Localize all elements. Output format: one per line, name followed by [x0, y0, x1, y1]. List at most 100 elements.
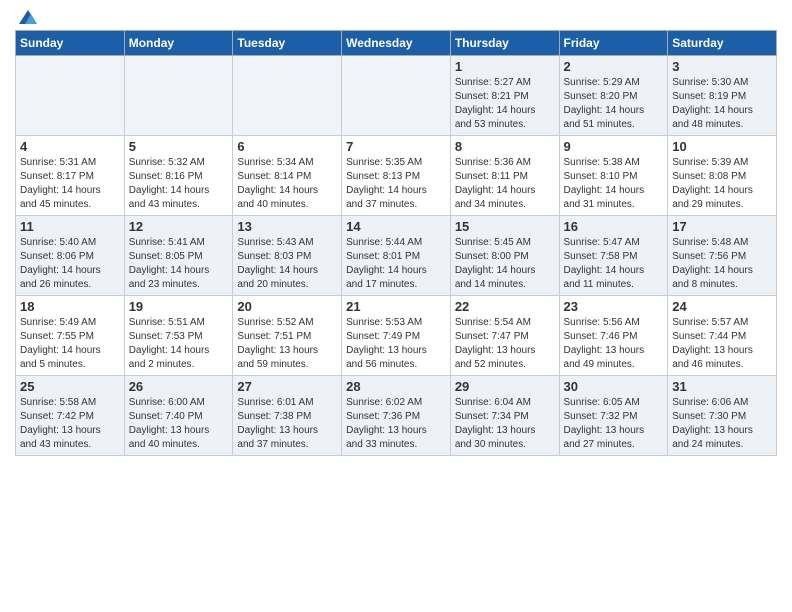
day-number: 28 [346, 379, 446, 394]
day-number: 17 [672, 219, 772, 234]
day-info: Sunrise: 6:05 AM Sunset: 7:32 PM Dayligh… [564, 396, 664, 452]
day-info: Sunrise: 5:48 AM Sunset: 7:56 PM Dayligh… [672, 236, 772, 292]
day-info: Sunrise: 5:51 AM Sunset: 7:53 PM Dayligh… [129, 316, 229, 372]
day-info: Sunrise: 5:30 AM Sunset: 8:19 PM Dayligh… [672, 76, 772, 132]
day-info: Sunrise: 5:52 AM Sunset: 7:51 PM Dayligh… [237, 316, 337, 372]
calendar-cell: 3 Sunrise: 5:30 AM Sunset: 8:19 PM Daylig… [668, 56, 777, 136]
day-number: 15 [455, 219, 555, 234]
calendar-cell: 14 Sunrise: 5:44 AM Sunset: 8:01 PM Dayli… [342, 216, 451, 296]
day-info: Sunrise: 5:39 AM Sunset: 8:08 PM Dayligh… [672, 156, 772, 212]
calendar-cell: 30 Sunrise: 6:05 AM Sunset: 7:32 PM Dayli… [559, 376, 668, 456]
calendar-cell: 27 Sunrise: 6:01 AM Sunset: 7:38 PM Dayli… [233, 376, 342, 456]
weekday-header-thursday: Thursday [450, 31, 559, 56]
day-number: 6 [237, 139, 337, 154]
day-info: Sunrise: 5:44 AM Sunset: 8:01 PM Dayligh… [346, 236, 446, 292]
calendar-cell: 29 Sunrise: 6:04 AM Sunset: 7:34 PM Dayli… [450, 376, 559, 456]
calendar-cell: 24 Sunrise: 5:57 AM Sunset: 7:44 PM Dayli… [668, 296, 777, 376]
calendar-cell: 10 Sunrise: 5:39 AM Sunset: 8:08 PM Dayli… [668, 136, 777, 216]
day-info: Sunrise: 6:01 AM Sunset: 7:38 PM Dayligh… [237, 396, 337, 452]
day-info: Sunrise: 5:36 AM Sunset: 8:11 PM Dayligh… [455, 156, 555, 212]
weekday-header-friday: Friday [559, 31, 668, 56]
day-number: 31 [672, 379, 772, 394]
day-number: 25 [20, 379, 120, 394]
day-number: 22 [455, 299, 555, 314]
day-number: 13 [237, 219, 337, 234]
calendar-cell: 4Sunrise: 5:31 AM Sunset: 8:17 PM Daylig… [16, 136, 125, 216]
calendar-cell: 9Sunrise: 5:38 AM Sunset: 8:10 PM Daylig… [559, 136, 668, 216]
calendar-cell: 26 Sunrise: 6:00 AM Sunset: 7:40 PM Dayli… [124, 376, 233, 456]
day-number: 24 [672, 299, 772, 314]
calendar-cell: 28 Sunrise: 6:02 AM Sunset: 7:36 PM Dayli… [342, 376, 451, 456]
day-number: 27 [237, 379, 337, 394]
day-number: 12 [129, 219, 229, 234]
day-info: Sunrise: 5:43 AM Sunset: 8:03 PM Dayligh… [237, 236, 337, 292]
day-info: Sunrise: 6:06 AM Sunset: 7:30 PM Dayligh… [672, 396, 772, 452]
calendar-cell [233, 56, 342, 136]
calendar-cell: 6 Sunrise: 5:34 AM Sunset: 8:14 PM Daylig… [233, 136, 342, 216]
weekday-header-sunday: Sunday [16, 31, 125, 56]
day-number: 19 [129, 299, 229, 314]
day-info: Sunrise: 5:47 AM Sunset: 7:58 PM Dayligh… [564, 236, 664, 292]
day-number: 10 [672, 139, 772, 154]
day-info: Sunrise: 5:58 AM Sunset: 7:42 PM Dayligh… [20, 396, 120, 452]
day-number: 7 [346, 139, 446, 154]
day-info: Sunrise: 5:35 AM Sunset: 8:13 PM Dayligh… [346, 156, 446, 212]
logo-icon [17, 6, 39, 28]
header [15, 10, 777, 24]
day-info: Sunrise: 5:45 AM Sunset: 8:00 PM Dayligh… [455, 236, 555, 292]
day-info: Sunrise: 5:31 AM Sunset: 8:17 PM Dayligh… [20, 156, 120, 212]
calendar-cell: 11 Sunrise: 5:40 AM Sunset: 8:06 PM Dayli… [16, 216, 125, 296]
day-info: Sunrise: 5:41 AM Sunset: 8:05 PM Dayligh… [129, 236, 229, 292]
day-info: Sunrise: 6:00 AM Sunset: 7:40 PM Dayligh… [129, 396, 229, 452]
day-number: 29 [455, 379, 555, 394]
weekday-header-saturday: Saturday [668, 31, 777, 56]
day-number: 14 [346, 219, 446, 234]
day-info: Sunrise: 5:53 AM Sunset: 7:49 PM Dayligh… [346, 316, 446, 372]
calendar-cell: 31 Sunrise: 6:06 AM Sunset: 7:30 PM Dayli… [668, 376, 777, 456]
day-info: Sunrise: 6:04 AM Sunset: 7:34 PM Dayligh… [455, 396, 555, 452]
calendar-cell: 12 Sunrise: 5:41 AM Sunset: 8:05 PM Dayli… [124, 216, 233, 296]
day-info: Sunrise: 5:49 AM Sunset: 7:55 PM Dayligh… [20, 316, 120, 372]
weekday-header-monday: Monday [124, 31, 233, 56]
day-number: 16 [564, 219, 664, 234]
day-info: Sunrise: 5:38 AM Sunset: 8:10 PM Dayligh… [564, 156, 664, 212]
calendar-cell [342, 56, 451, 136]
weekday-header-tuesday: Tuesday [233, 31, 342, 56]
calendar-cell: 17 Sunrise: 5:48 AM Sunset: 7:56 PM Dayli… [668, 216, 777, 296]
calendar-cell: 21Sunrise: 5:53 AM Sunset: 7:49 PM Dayli… [342, 296, 451, 376]
week-row-5: 25 Sunrise: 5:58 AM Sunset: 7:42 PM Dayli… [16, 376, 777, 456]
day-info: Sunrise: 5:40 AM Sunset: 8:06 PM Dayligh… [20, 236, 120, 292]
week-row-2: 4Sunrise: 5:31 AM Sunset: 8:17 PM Daylig… [16, 136, 777, 216]
day-info: Sunrise: 6:02 AM Sunset: 7:36 PM Dayligh… [346, 396, 446, 452]
calendar-cell: 7 Sunrise: 5:35 AM Sunset: 8:13 PM Daylig… [342, 136, 451, 216]
week-row-3: 11 Sunrise: 5:40 AM Sunset: 8:06 PM Dayli… [16, 216, 777, 296]
day-number: 30 [564, 379, 664, 394]
day-number: 18 [20, 299, 120, 314]
day-number: 11 [20, 219, 120, 234]
calendar-cell: 5Sunrise: 5:32 AM Sunset: 8:16 PM Daylig… [124, 136, 233, 216]
calendar-cell: 8Sunrise: 5:36 AM Sunset: 8:11 PM Daylig… [450, 136, 559, 216]
day-number: 2 [564, 59, 664, 74]
day-info: Sunrise: 5:56 AM Sunset: 7:46 PM Dayligh… [564, 316, 664, 372]
day-info: Sunrise: 5:57 AM Sunset: 7:44 PM Dayligh… [672, 316, 772, 372]
logo [15, 10, 39, 24]
calendar-cell: 16 Sunrise: 5:47 AM Sunset: 7:58 PM Dayli… [559, 216, 668, 296]
weekday-header-wednesday: Wednesday [342, 31, 451, 56]
calendar-cell: 19 Sunrise: 5:51 AM Sunset: 7:53 PM Dayli… [124, 296, 233, 376]
day-number: 3 [672, 59, 772, 74]
page-container: SundayMondayTuesdayWednesdayThursdayFrid… [0, 0, 792, 466]
calendar-cell: 18 Sunrise: 5:49 AM Sunset: 7:55 PM Dayli… [16, 296, 125, 376]
week-row-4: 18 Sunrise: 5:49 AM Sunset: 7:55 PM Dayli… [16, 296, 777, 376]
day-info: Sunrise: 5:34 AM Sunset: 8:14 PM Dayligh… [237, 156, 337, 212]
calendar-cell: 22Sunrise: 5:54 AM Sunset: 7:47 PM Dayli… [450, 296, 559, 376]
calendar-cell: 23 Sunrise: 5:56 AM Sunset: 7:46 PM Dayli… [559, 296, 668, 376]
day-info: Sunrise: 5:27 AM Sunset: 8:21 PM Dayligh… [455, 76, 555, 132]
calendar-cell [124, 56, 233, 136]
day-number: 1 [455, 59, 555, 74]
day-number: 26 [129, 379, 229, 394]
day-number: 20 [237, 299, 337, 314]
day-number: 23 [564, 299, 664, 314]
calendar-cell [16, 56, 125, 136]
calendar-cell: 1 Sunrise: 5:27 AM Sunset: 8:21 PM Daylig… [450, 56, 559, 136]
calendar-cell: 20 Sunrise: 5:52 AM Sunset: 7:51 PM Dayli… [233, 296, 342, 376]
